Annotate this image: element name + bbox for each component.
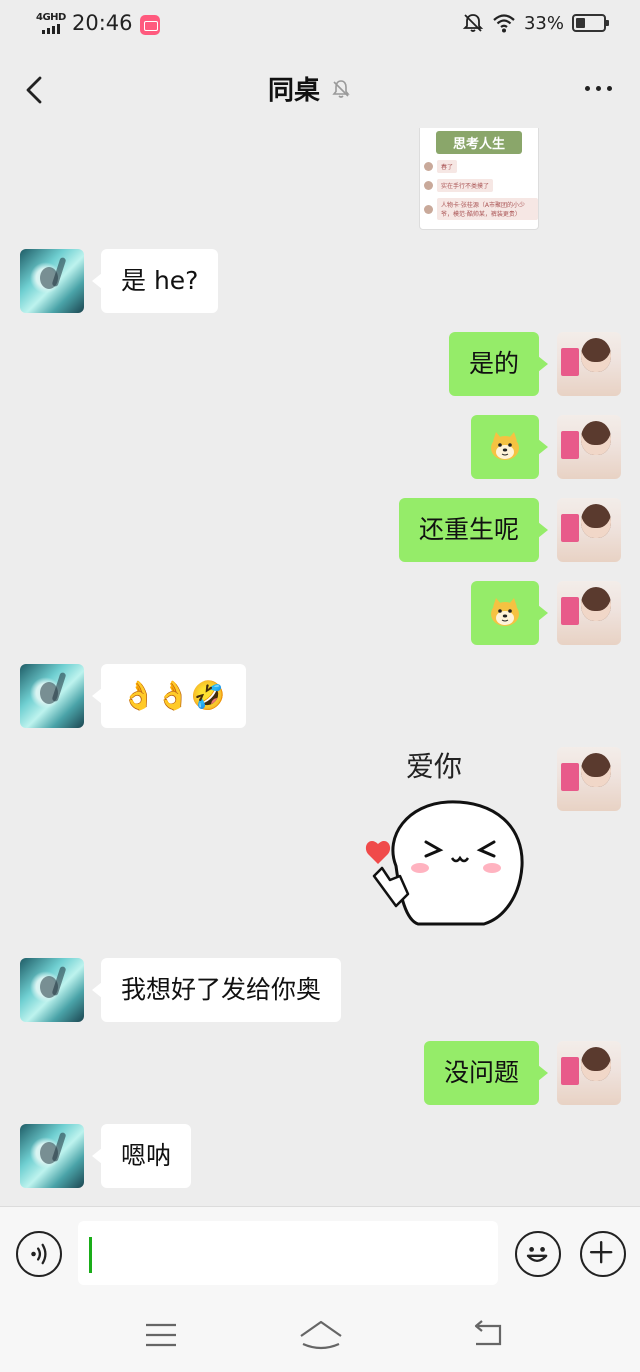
image-message-line: 实在手行不类摸了 — [437, 179, 494, 192]
message-bubble[interactable]: 我想好了发给你奥 — [91, 958, 342, 1022]
plus-icon[interactable] — [580, 1231, 626, 1277]
system-navigation-bar — [0, 1298, 640, 1372]
wifi-icon — [493, 14, 515, 33]
chat-title-group: 同桌 — [268, 70, 352, 107]
bell-off-icon — [332, 79, 350, 98]
back-icon[interactable] — [470, 1320, 506, 1350]
avatar[interactable] — [20, 249, 84, 313]
image-message-line: 春了 — [437, 160, 458, 173]
chevron-left-icon[interactable] — [18, 70, 54, 110]
avatar[interactable] — [20, 1124, 84, 1188]
home-icon[interactable] — [298, 1318, 344, 1350]
status-time: 20:46 — [72, 11, 133, 35]
avatar[interactable] — [557, 1041, 621, 1105]
more-dots-icon[interactable] — [585, 86, 612, 91]
message-bubble[interactable] — [471, 581, 548, 645]
avatar[interactable] — [557, 581, 621, 645]
doge-emoji — [491, 432, 519, 460]
lofter-app-icon — [140, 15, 160, 35]
avatar[interactable] — [557, 747, 621, 811]
avatar[interactable] — [557, 415, 621, 479]
avatar[interactable] — [20, 958, 84, 1022]
sticker-text: 爱你 — [406, 750, 462, 783]
image-message-header: 思考人生 — [436, 131, 522, 154]
status-bar: 4GHD 20:46 33% — [0, 0, 640, 50]
avatar[interactable] — [557, 498, 621, 562]
chat-header: 同桌 — [0, 50, 640, 128]
message-list[interactable]: 思考人生 春了 实在手行不类摸了 人物卡·张桂源（A市聚团的小少爷，模范·酷帅某… — [0, 128, 640, 1206]
image-message[interactable]: 思考人生 春了 实在手行不类摸了 人物卡·张桂源（A市聚团的小少爷，模范·酷帅某… — [419, 128, 539, 230]
message-bubble[interactable]: 是 he? — [91, 249, 219, 313]
message-input[interactable] — [78, 1221, 498, 1285]
message-bubble[interactable]: 是的 — [448, 332, 549, 396]
chat-title: 同桌 — [268, 76, 321, 106]
message-bubble[interactable]: 嗯呐 — [91, 1124, 192, 1188]
menu-icon[interactable] — [145, 1322, 177, 1348]
love-you-sticker[interactable]: 爱你 — [356, 746, 536, 936]
message-bubble[interactable]: 👌👌🤣 — [92, 664, 246, 728]
input-bar — [0, 1206, 640, 1298]
cell-signal-icon: 4GHD — [36, 12, 68, 34]
message-bubble[interactable] — [471, 415, 548, 479]
message-bubble[interactable]: 没问题 — [423, 1041, 549, 1105]
doge-emoji — [491, 598, 519, 626]
avatar[interactable] — [557, 332, 621, 396]
text-caret — [89, 1237, 92, 1273]
battery-icon — [572, 14, 609, 32]
network-type: 4GHD — [36, 12, 66, 23]
image-message-line: 人物卡·张桂源（A市聚团的小少爷，模范·酷帅某，裤装更贵） — [437, 198, 538, 220]
avatar[interactable] — [20, 664, 84, 728]
mute-bell-icon — [462, 14, 484, 32]
message-bubble[interactable]: 还重生呢 — [398, 498, 549, 562]
voice-icon[interactable] — [16, 1231, 62, 1277]
battery-percent: 33% — [523, 12, 564, 34]
emoji-icon[interactable] — [515, 1231, 561, 1277]
